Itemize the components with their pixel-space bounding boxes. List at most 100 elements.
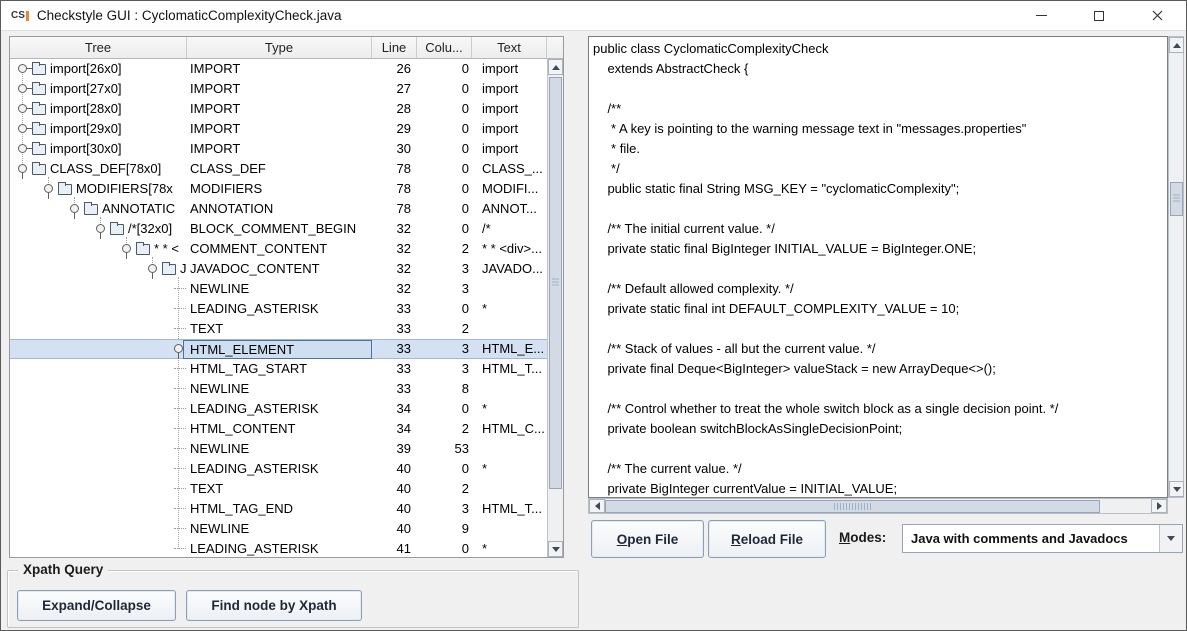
scroll-down-button[interactable] xyxy=(1169,481,1184,497)
scrollbar-thumb[interactable] xyxy=(605,500,1100,513)
tree-node-label[interactable]: import[29x0] xyxy=(50,119,122,139)
cell-type: JAVADOC_CONTENT xyxy=(187,259,372,279)
mode-select[interactable]: Java with comments and Javadocs xyxy=(902,524,1183,553)
cell-tree xyxy=(10,459,187,479)
collapse-handle-icon[interactable] xyxy=(148,264,157,273)
cell-column: 53 xyxy=(417,439,472,459)
tree-row[interactable]: CLASS_DEF[78x0]CLASS_DEF780CLASS_... xyxy=(10,159,547,179)
cell-column: 2 xyxy=(417,319,472,339)
tree-connector xyxy=(174,468,187,469)
open-file-button[interactable]: Open File xyxy=(591,520,704,558)
cell-column: 0 xyxy=(417,59,472,79)
tree-row[interactable]: HTML_TAG_END403HTML_T... xyxy=(10,499,547,519)
tree-node-label[interactable]: import[28x0] xyxy=(50,99,122,119)
tree-row[interactable]: HTML_CONTENT342HTML_C... xyxy=(10,419,547,439)
tree-row[interactable]: import[30x0]IMPORT300import xyxy=(10,139,547,159)
tree-row[interactable]: JJAVADOC_CONTENT323JAVADO... xyxy=(10,259,547,279)
column-header-type[interactable]: Type xyxy=(187,37,372,58)
column-header-text[interactable]: Text xyxy=(472,37,547,58)
tree-connector xyxy=(174,288,187,289)
combo-arrow-button[interactable] xyxy=(1159,525,1182,552)
collapse-handle-icon[interactable] xyxy=(44,184,53,193)
column-header-tree[interactable]: Tree xyxy=(10,37,187,58)
collapse-handle-icon[interactable] xyxy=(70,204,79,213)
tree-node-label[interactable]: CLASS_DEF[78x0] xyxy=(50,159,161,179)
cell-type: MODIFIERS xyxy=(187,179,372,199)
cell-type: IMPORT xyxy=(187,59,372,79)
tree-node-label[interactable]: import[26x0] xyxy=(50,59,122,79)
scroll-right-button[interactable] xyxy=(1151,499,1167,513)
tree-row[interactable]: NEWLINE323 xyxy=(10,279,547,299)
tree-row[interactable]: NEWLINE3953 xyxy=(10,439,547,459)
tree-row[interactable]: import[28x0]IMPORT280import xyxy=(10,99,547,119)
tree-vertical-scrollbar[interactable] xyxy=(547,59,563,557)
tree-node-label[interactable]: MODIFIERS[78x xyxy=(76,179,173,199)
tree-connector xyxy=(174,428,187,429)
modes-label: Modes: xyxy=(839,530,886,545)
expand-handle-icon[interactable] xyxy=(18,124,27,133)
tree-row[interactable]: import[27x0]IMPORT270import xyxy=(10,79,547,99)
maximize-button[interactable] xyxy=(1070,1,1128,30)
close-button[interactable] xyxy=(1128,1,1186,30)
tree-node-label[interactable]: ANNOTATIC xyxy=(102,199,175,219)
expand-handle-icon[interactable] xyxy=(18,84,27,93)
expand-handle-icon[interactable] xyxy=(18,144,27,153)
collapse-handle-icon[interactable] xyxy=(18,164,27,173)
tree-row[interactable]: HTML_TAG_START333HTML_T... xyxy=(10,359,547,379)
cell-tree: /*[32x0] xyxy=(10,219,187,239)
code-horizontal-scrollbar[interactable] xyxy=(588,498,1168,514)
cell-text: JAVADO... xyxy=(472,259,547,279)
expand-handle-icon[interactable] xyxy=(18,64,27,73)
tree-node-label[interactable]: /*[32x0] xyxy=(128,219,172,239)
cell-type: HTML_TAG_END xyxy=(187,499,372,519)
tree-row[interactable]: ANNOTATICANNOTATION780ANNOT... xyxy=(10,199,547,219)
code-vertical-scrollbar[interactable] xyxy=(1168,36,1184,498)
scroll-up-button[interactable] xyxy=(548,59,563,75)
minimize-button[interactable] xyxy=(1012,1,1070,30)
title-bar[interactable]: CS Checkstyle GUI : CyclomaticComplexity… xyxy=(1,1,1186,31)
collapse-handle-icon[interactable] xyxy=(174,344,183,353)
find-node-by-xpath-button[interactable]: Find node by Xpath xyxy=(186,590,362,621)
collapse-handle-icon[interactable] xyxy=(96,224,105,233)
tree-row[interactable]: LEADING_ASTERISK340* xyxy=(10,399,547,419)
tree-row[interactable]: HTML_ELEMENT333HTML_E... xyxy=(10,339,547,359)
scroll-up-button[interactable] xyxy=(1169,37,1184,53)
cell-tree: CLASS_DEF[78x0] xyxy=(10,159,187,179)
tree-row[interactable]: MODIFIERS[78xMODIFIERS780MODIFI... xyxy=(10,179,547,199)
scroll-left-button[interactable] xyxy=(589,499,605,513)
tree-row[interactable]: * * <COMMENT_CONTENT322* * <div>... xyxy=(10,239,547,259)
cell-type: TEXT xyxy=(187,479,372,499)
tree-row[interactable]: /*[32x0]BLOCK_COMMENT_BEGIN320/* xyxy=(10,219,547,239)
scrollbar-thumb[interactable] xyxy=(549,77,562,489)
tree-row[interactable]: LEADING_ASTERISK400* xyxy=(10,459,547,479)
tree-row[interactable]: TEXT332 xyxy=(10,319,547,339)
scroll-down-button[interactable] xyxy=(548,541,563,557)
cell-line: 29 xyxy=(372,119,417,139)
tree-row[interactable]: NEWLINE409 xyxy=(10,519,547,539)
source-code-view[interactable]: public class CyclomaticComplexityCheck e… xyxy=(588,36,1168,498)
scrollbar-thumb[interactable] xyxy=(1170,182,1183,216)
collapse-handle-icon[interactable] xyxy=(122,244,131,253)
cell-tree: J xyxy=(10,259,187,279)
cell-type: HTML_ELEMENT xyxy=(183,340,372,359)
cell-line: 33 xyxy=(372,379,417,399)
expand-collapse-button[interactable]: Expand/Collapse xyxy=(17,590,176,621)
expand-handle-icon[interactable] xyxy=(18,104,27,113)
reload-file-button[interactable]: Reload File xyxy=(708,520,826,558)
tree-row[interactable]: import[26x0]IMPORT260import xyxy=(10,59,547,79)
column-header-line[interactable]: Line xyxy=(372,37,417,58)
cell-line: 32 xyxy=(372,219,417,239)
tree-node-label[interactable]: J xyxy=(180,259,187,279)
open-file-label: pen File xyxy=(627,532,678,547)
tree-node-label[interactable]: * * < xyxy=(154,239,179,259)
tree-row[interactable]: LEADING_ASTERISK410* xyxy=(10,539,547,557)
cell-line: 41 xyxy=(372,539,417,557)
tree-node-label[interactable]: import[30x0] xyxy=(50,139,122,159)
cell-tree xyxy=(10,419,187,439)
column-header-column[interactable]: Colu... xyxy=(417,37,472,58)
tree-row[interactable]: import[29x0]IMPORT290import xyxy=(10,119,547,139)
tree-row[interactable]: NEWLINE338 xyxy=(10,379,547,399)
tree-row[interactable]: LEADING_ASTERISK330* xyxy=(10,299,547,319)
tree-node-label[interactable]: import[27x0] xyxy=(50,79,122,99)
tree-row[interactable]: TEXT402 xyxy=(10,479,547,499)
